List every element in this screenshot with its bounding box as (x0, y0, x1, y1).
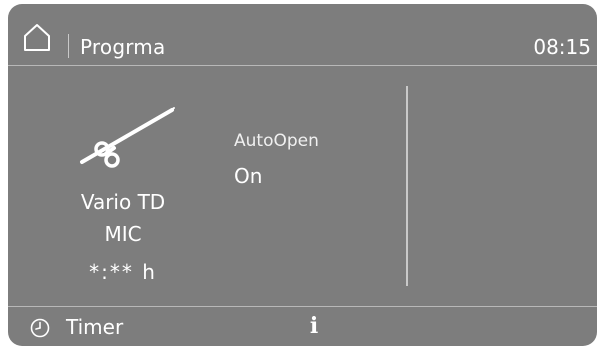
timer-label: Timer (66, 315, 124, 339)
page-title: Progrma (80, 35, 166, 59)
display-screen: Progrma 08:15 Vario TD MIC *:** h AutoOp… (8, 4, 597, 346)
info-icon: i (309, 313, 319, 339)
instrument-icon (80, 107, 175, 168)
header-bar: Progrma 08:15 (8, 4, 597, 64)
footer-divider-line (8, 306, 597, 307)
autoopen-value: On (234, 164, 263, 188)
clock-display: 08:15 (533, 35, 591, 59)
header-divider-line (8, 65, 597, 66)
home-icon (24, 24, 50, 51)
home-button[interactable] (8, 10, 68, 60)
content-divider (406, 86, 408, 286)
program-name: Vario TD (80, 190, 166, 214)
autoopen-label: AutoOpen (234, 131, 319, 151)
program-subtitle: MIC (104, 222, 142, 246)
header-divider (68, 34, 69, 58)
info-button[interactable]: i (298, 310, 330, 342)
clock-icon (30, 318, 50, 338)
program-duration: *:** h (89, 260, 157, 284)
